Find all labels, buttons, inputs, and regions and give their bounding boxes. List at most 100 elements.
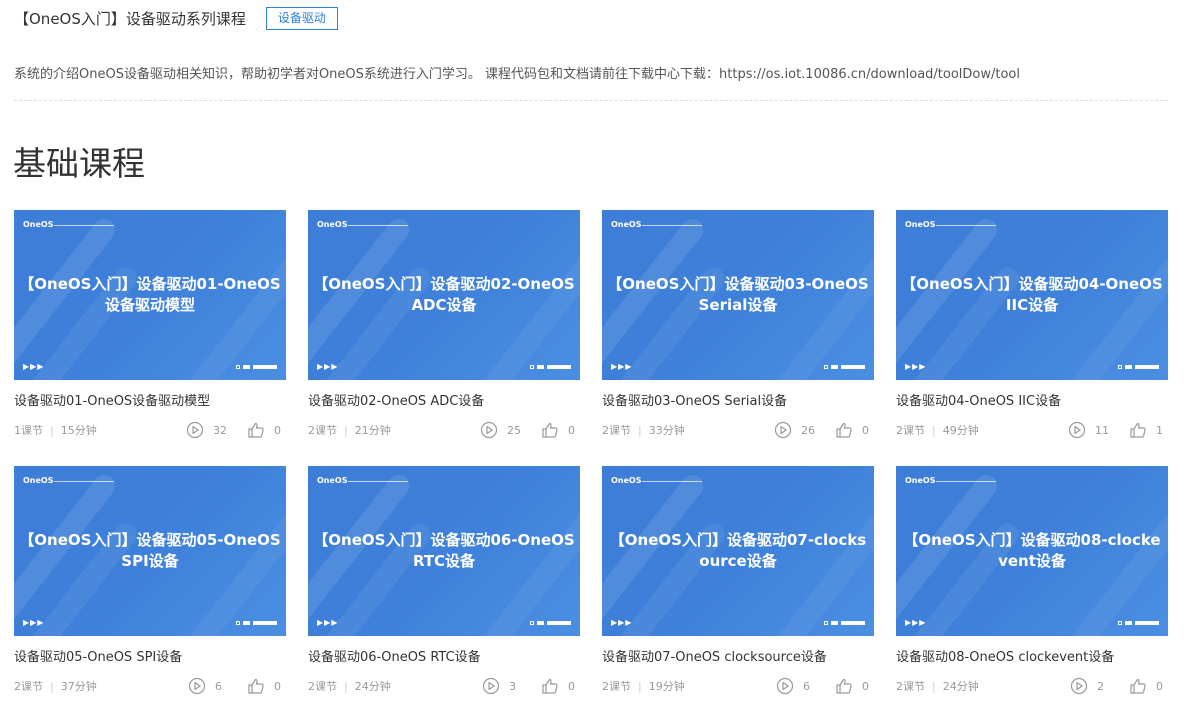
course-card[interactable]: OneOS 【OneOS入门】设备驱动03-OneOS Serial设备 ▶▶▶… [602,210,874,449]
thumb-brand: OneOS [905,476,936,485]
thumbs-up-icon[interactable] [835,677,853,695]
thumb-arrows-icon: ▶▶▶ [23,618,45,627]
course-name[interactable]: 设备驱动01-OneOS设备驱动模型 [14,393,286,411]
course-name[interactable]: 设备驱动06-OneOS RTC设备 [308,649,580,667]
thumbs-up-icon[interactable] [247,677,265,695]
course-name[interactable]: 设备驱动05-OneOS SPI设备 [14,649,286,667]
course-meta: 1课节 | 15分钟 32 0 [14,421,286,439]
meta-separator: | [344,679,348,693]
like-stat[interactable]: 0 [835,677,874,695]
course-meta: 2课节 | 24分钟 2 0 [896,677,1168,695]
course-name[interactable]: 设备驱动03-OneOS Serial设备 [602,393,874,411]
course-meta: 2课节 | 37分钟 6 0 [14,677,286,695]
thumbs-up-icon[interactable] [1129,421,1147,439]
like-count: 0 [862,423,869,437]
course-card[interactable]: OneOS 【OneOS入门】设备驱动04-OneOS IIC设备 ▶▶▶ 设备… [896,210,1168,449]
thumb-title: 【OneOS入门】设备驱动05-OneOS SPI设备 [19,531,281,570]
series-title: 【OneOS入门】设备驱动系列课程 [14,9,246,28]
thumb-title: 【OneOS入门】设备驱动01-OneOS设备驱动模型 [19,275,281,314]
thumb-arrows-icon: ▶▶▶ [611,362,633,371]
like-stat[interactable]: 0 [835,421,874,439]
view-count: 6 [215,679,222,693]
course-card[interactable]: OneOS 【OneOS入门】设备驱动02-OneOS ADC设备 ▶▶▶ 设备… [308,210,580,449]
course-duration: 24分钟 [942,680,979,693]
play-circle-icon [480,421,498,439]
course-thumbnail[interactable]: OneOS 【OneOS入门】设备驱动06-OneOS RTC设备 ▶▶▶ [308,466,580,636]
course-name[interactable]: 设备驱动07-OneOS clocksource设备 [602,649,874,667]
meta-separator: | [638,423,642,437]
thumbs-up-icon[interactable] [835,421,853,439]
like-stat[interactable]: 0 [247,421,286,439]
course-thumbnail[interactable]: OneOS 【OneOS入门】设备驱动05-OneOS SPI设备 ▶▶▶ [14,466,286,636]
view-count: 6 [803,679,810,693]
course-duration: 15分钟 [60,424,97,437]
thumbs-up-icon[interactable] [247,421,265,439]
course-card[interactable]: OneOS 【OneOS入门】设备驱动01-OneOS设备驱动模型 ▶▶▶ 设备… [14,210,286,449]
lesson-count: 2课节 [308,424,337,437]
thumb-title: 【OneOS入门】设备驱动08-clockevent设备 [903,531,1161,570]
course-card[interactable]: OneOS 【OneOS入门】设备驱动08-clockevent设备 ▶▶▶ 设… [896,466,1168,705]
play-circle-icon [776,677,794,695]
meta-separator: | [932,679,936,693]
view-stat: 32 [186,421,227,439]
divider [14,100,1168,101]
view-stat: 6 [776,677,815,695]
course-name[interactable]: 设备驱动04-OneOS IIC设备 [896,393,1168,411]
course-stats: 11 1 [1068,421,1168,439]
thumbs-up-icon[interactable] [541,421,559,439]
course-card[interactable]: OneOS 【OneOS入门】设备驱动06-OneOS RTC设备 ▶▶▶ 设备… [308,466,580,705]
view-stat: 2 [1070,677,1109,695]
section-title: 基础课程 [13,144,145,183]
thumb-brand-line [642,481,702,482]
thumb-progress-icon [824,621,865,625]
course-meta: 2课节 | 33分钟 26 0 [602,421,874,439]
meta-separator: | [50,679,54,693]
thumb-arrows-icon: ▶▶▶ [905,362,927,371]
thumb-progress-icon [1118,365,1159,369]
view-stat: 6 [188,677,227,695]
course-card[interactable]: OneOS 【OneOS入门】设备驱动07-clocksource设备 ▶▶▶ … [602,466,874,705]
play-circle-icon [1070,677,1088,695]
like-stat[interactable]: 0 [247,677,286,695]
thumb-title: 【OneOS入门】设备驱动03-OneOS Serial设备 [607,275,869,314]
course-name[interactable]: 设备驱动02-OneOS ADC设备 [308,393,580,411]
lesson-count: 2课节 [896,680,925,693]
thumb-title: 【OneOS入门】设备驱动04-OneOS IIC设备 [901,275,1163,314]
course-thumbnail[interactable]: OneOS 【OneOS入门】设备驱动01-OneOS设备驱动模型 ▶▶▶ [14,210,286,380]
view-count: 25 [507,423,521,437]
like-count: 0 [568,679,575,693]
like-stat[interactable]: 0 [541,421,580,439]
category-tag[interactable]: 设备驱动 [265,6,338,30]
course-stats: 2 0 [1070,677,1168,695]
course-thumbnail[interactable]: OneOS 【OneOS入门】设备驱动07-clocksource设备 ▶▶▶ [602,466,874,636]
thumb-brand: OneOS [611,220,642,229]
thumb-arrows-icon: ▶▶▶ [905,618,927,627]
like-stat[interactable]: 0 [541,677,580,695]
thumb-brand-line [936,225,996,226]
course-meta: 2课节 | 49分钟 11 1 [896,421,1168,439]
thumb-progress-icon [824,365,865,369]
like-count: 0 [862,679,869,693]
course-name[interactable]: 设备驱动08-OneOS clockevent设备 [896,649,1168,667]
thumb-title: 【OneOS入门】设备驱动02-OneOS ADC设备 [313,275,575,314]
thumbs-up-icon[interactable] [1129,677,1147,695]
course-thumbnail[interactable]: OneOS 【OneOS入门】设备驱动02-OneOS ADC设备 ▶▶▶ [308,210,580,380]
view-stat: 26 [774,421,815,439]
course-thumbnail[interactable]: OneOS 【OneOS入门】设备驱动08-clockevent设备 ▶▶▶ [896,466,1168,636]
like-count: 0 [568,423,575,437]
play-circle-icon [186,421,204,439]
lesson-count: 1课节 [14,424,43,437]
like-stat[interactable]: 0 [1129,677,1168,695]
thumb-brand: OneOS [905,220,936,229]
course-card[interactable]: OneOS 【OneOS入门】设备驱动05-OneOS SPI设备 ▶▶▶ 设备… [14,466,286,705]
course-grid: OneOS 【OneOS入门】设备驱动01-OneOS设备驱动模型 ▶▶▶ 设备… [14,210,1168,705]
thumbs-up-icon[interactable] [541,677,559,695]
view-count: 11 [1095,423,1109,437]
course-thumbnail[interactable]: OneOS 【OneOS入门】设备驱动04-OneOS IIC设备 ▶▶▶ [896,210,1168,380]
course-thumbnail[interactable]: OneOS 【OneOS入门】设备驱动03-OneOS Serial设备 ▶▶▶ [602,210,874,380]
course-meta: 2课节 | 19分钟 6 0 [602,677,874,695]
like-stat[interactable]: 1 [1129,421,1168,439]
view-count: 3 [509,679,516,693]
course-duration: 19分钟 [648,680,685,693]
course-stats: 3 0 [482,677,580,695]
